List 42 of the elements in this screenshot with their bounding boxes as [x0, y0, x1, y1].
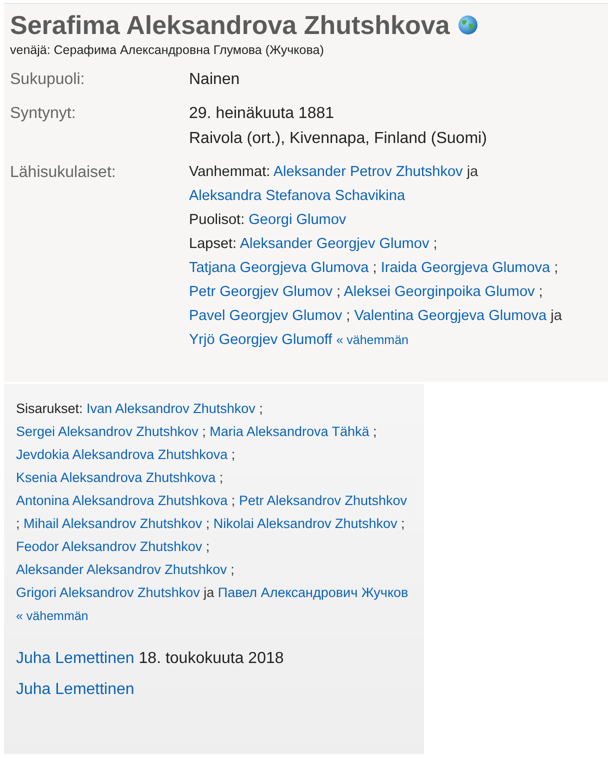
- person-link[interactable]: Sergei Aleksandrov Zhutshkov: [16, 424, 198, 439]
- profile-name: Serafima Aleksandrova Zhutshkova: [10, 9, 450, 42]
- person-link[interactable]: Jevdokia Aleksandrova Zhutshkova: [16, 447, 228, 462]
- person-link[interactable]: Petr Georgjev Glumov: [189, 284, 332, 300]
- person-link[interactable]: Aleksander Georgjev Glumov: [240, 236, 430, 252]
- curator-link[interactable]: Juha Lemettinen: [16, 681, 134, 698]
- person-link[interactable]: Aleksander Petrov Zhutshkov: [273, 164, 463, 180]
- field-label: Sukupuoli:: [10, 70, 86, 90]
- person-link[interactable]: Павел Александрович Жучков: [218, 585, 408, 600]
- person-link[interactable]: Grigori Aleksandrov Zhutshkov: [16, 585, 200, 600]
- field-label: Syntynyt:: [10, 104, 77, 124]
- person-link[interactable]: Ivan Aleksandrov Zhutshkov: [86, 401, 256, 416]
- person-link[interactable]: Antonina Aleksandrova Zhutshkova: [16, 493, 228, 508]
- person-link[interactable]: Feodor Aleksandrov Zhutshkov: [16, 539, 202, 554]
- person-link[interactable]: Maria Aleksandrova Tähkä: [210, 424, 370, 439]
- person-link[interactable]: Ksenia Aleksandrova Zhutshkova: [16, 470, 216, 485]
- relatives-line: Vanhemmat: Aleksander Petrov Zhutshkov ja Aleksandra Stefanova Schavikina: [189, 162, 480, 206]
- person-link[interactable]: Nikolai Aleksandrov Zhutshkov: [213, 516, 398, 531]
- relatives-line: Lapset: Aleksander Georgjev Glumov ; Tatjana Georgjeva Glumova ; Iraida Georgjeva Glumova ; Petr Georgjev Glumov ; Aleksei Georginpoika Glumov ; Pavel Georgjev Glumov ; Valentina Georgjeva Glumova ja Yrjö Georgjev Glumoff « vähemmän: [189, 234, 563, 350]
- person-link[interactable]: Valentina Georgjeva Glumova: [354, 308, 547, 324]
- show-less-link[interactable]: « vähemmän: [16, 609, 88, 623]
- relatives-line: Puolisot: Georgi Glumov: [189, 210, 348, 230]
- manager-link[interactable]: Juha Lemettinen: [16, 650, 134, 667]
- globe-icon: [458, 15, 478, 35]
- alternate-name: venäjä: Серафима Александровна Глумова (Жучкова): [10, 43, 325, 57]
- field-value: Raivola (ort.), Kivennapa, Finland (Suomi): [189, 129, 488, 149]
- person-link[interactable]: Tatjana Georgjeva Glumova: [189, 260, 369, 276]
- relatives-line: Sisarukset: Ivan Aleksandrov Zhutshkov ; Sergei Aleksandrov Zhutshkov ; Maria Aleksandrova Tähkä ; Jevdokia Aleksandrova Zhutshkova ; Ksenia Aleksandrova Zhutshkova ; Antonina Aleksandrova Zhutshkova ; Petr Aleksandrov Zhutshkov ; Mihail Aleksandrov Zhutshkov ; Nikolai Aleksandrov Zhutshkov ; Feodor Aleksandrov Zhutshkov ; Aleksander Aleksandrov Zhutshkov ; Grigori Aleksandrov Zhutshkov ja Павел Александрович Жучков « vähemmän: [16, 400, 410, 625]
- person-link[interactable]: Mihail Aleksandrov Zhutshkov: [24, 516, 202, 531]
- person-link[interactable]: Petr Aleksandrov Zhutshkov: [238, 493, 408, 508]
- person-link[interactable]: Iraida Georgjeva Glumova: [380, 260, 550, 276]
- show-less-link[interactable]: « vähemmän: [336, 332, 408, 346]
- person-link[interactable]: Yrjö Georgjev Glumoff: [189, 332, 332, 348]
- person-link[interactable]: Aleksander Aleksandrov Zhutshkov: [16, 562, 227, 577]
- field-label: Lähisukulaiset:: [10, 162, 117, 182]
- person-link[interactable]: Georgi Glumov: [248, 212, 346, 228]
- person-link[interactable]: Aleksei Georginpoika Glumov: [344, 284, 535, 300]
- person-link[interactable]: Pavel Georgjev Glumov: [189, 308, 342, 324]
- field-value: 29. heinäkuuta 1881: [189, 104, 336, 124]
- field-value: Nainen: [189, 70, 241, 90]
- date-text: 18. toukokuuta 2018: [138, 650, 284, 667]
- person-link[interactable]: Aleksandra Stefanova Schavikina: [189, 188, 406, 204]
